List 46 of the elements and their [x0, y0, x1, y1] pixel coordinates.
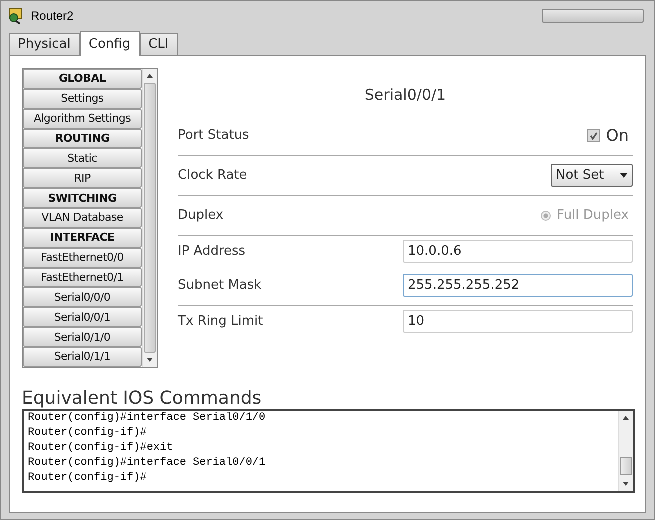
interface-title: Serial0/0/1: [364, 85, 448, 106]
command-line: Router(config-if)#: [28, 471, 148, 486]
window-title: Router2: [31, 9, 74, 23]
input-field[interactable]: 10: [403, 310, 633, 332]
field-label: Clock Rate: [178, 168, 248, 183]
sidebar-item[interactable]: Static: [23, 148, 142, 168]
command-line: Router(config)#interface Serial0/0/1: [28, 456, 267, 471]
checkbox-label: On: [606, 126, 629, 145]
clock-rate-dropdown[interactable]: Not Set: [551, 164, 633, 187]
radio-label: Full Duplex: [557, 208, 629, 223]
scrollbar[interactable]: [618, 411, 633, 491]
section-header[interactable]: GLOBAL: [23, 69, 142, 89]
field-label: Subnet Mask: [178, 278, 262, 293]
section-title: Equivalent IOS Commands: [22, 388, 263, 409]
command-line: Router(config-if)#exit: [28, 441, 174, 456]
command-line: Router(config-if)#: [28, 426, 148, 441]
scroll-thumb[interactable]: [620, 457, 632, 475]
sidebar-item[interactable]: Settings: [23, 88, 142, 109]
tab[interactable]: CLI: [140, 33, 178, 55]
field-label: IP Address: [178, 244, 246, 258]
field-label: Port Status: [178, 128, 250, 143]
sidebar-item[interactable]: Serial0/0/1: [23, 307, 142, 328]
input-field[interactable]: 255.255.255.252: [403, 274, 633, 297]
scroll-thumb[interactable]: [144, 83, 156, 353]
section-header[interactable]: ROUTING: [23, 128, 142, 148]
section-header[interactable]: SWITCHING: [23, 188, 142, 208]
section-header[interactable]: INTERFACE: [23, 228, 142, 248]
scrollbar[interactable]: [142, 69, 157, 367]
sidebar-item[interactable]: VLAN Database: [23, 208, 142, 228]
tab[interactable]: Physical: [9, 33, 80, 55]
tab[interactable]: Config: [80, 31, 140, 56]
field-label: Tx Ring Limit: [178, 314, 264, 328]
sidebar-item[interactable]: FastEthernet0/0: [23, 248, 142, 268]
caret-icon: [620, 173, 628, 178]
sidebar-item[interactable]: FastEthernet0/1: [23, 268, 142, 288]
router-icon: [7, 7, 25, 25]
sidebar-item[interactable]: Serial0/1/1: [23, 347, 142, 367]
checkbox[interactable]: [587, 129, 600, 142]
sidebar-item[interactable]: Serial0/1/0: [23, 327, 142, 348]
sidebar-item[interactable]: Algorithm Settings: [23, 108, 142, 129]
field-label: Duplex: [178, 208, 224, 223]
input-field[interactable]: 10.0.0.6: [403, 240, 633, 262]
sidebar-item[interactable]: RIP: [23, 168, 142, 188]
window-controls[interactable]: [542, 9, 644, 23]
command-line: Router(config)#interface Serial0/1/0: [28, 411, 267, 426]
sidebar-item[interactable]: Serial0/0/0: [23, 287, 142, 308]
